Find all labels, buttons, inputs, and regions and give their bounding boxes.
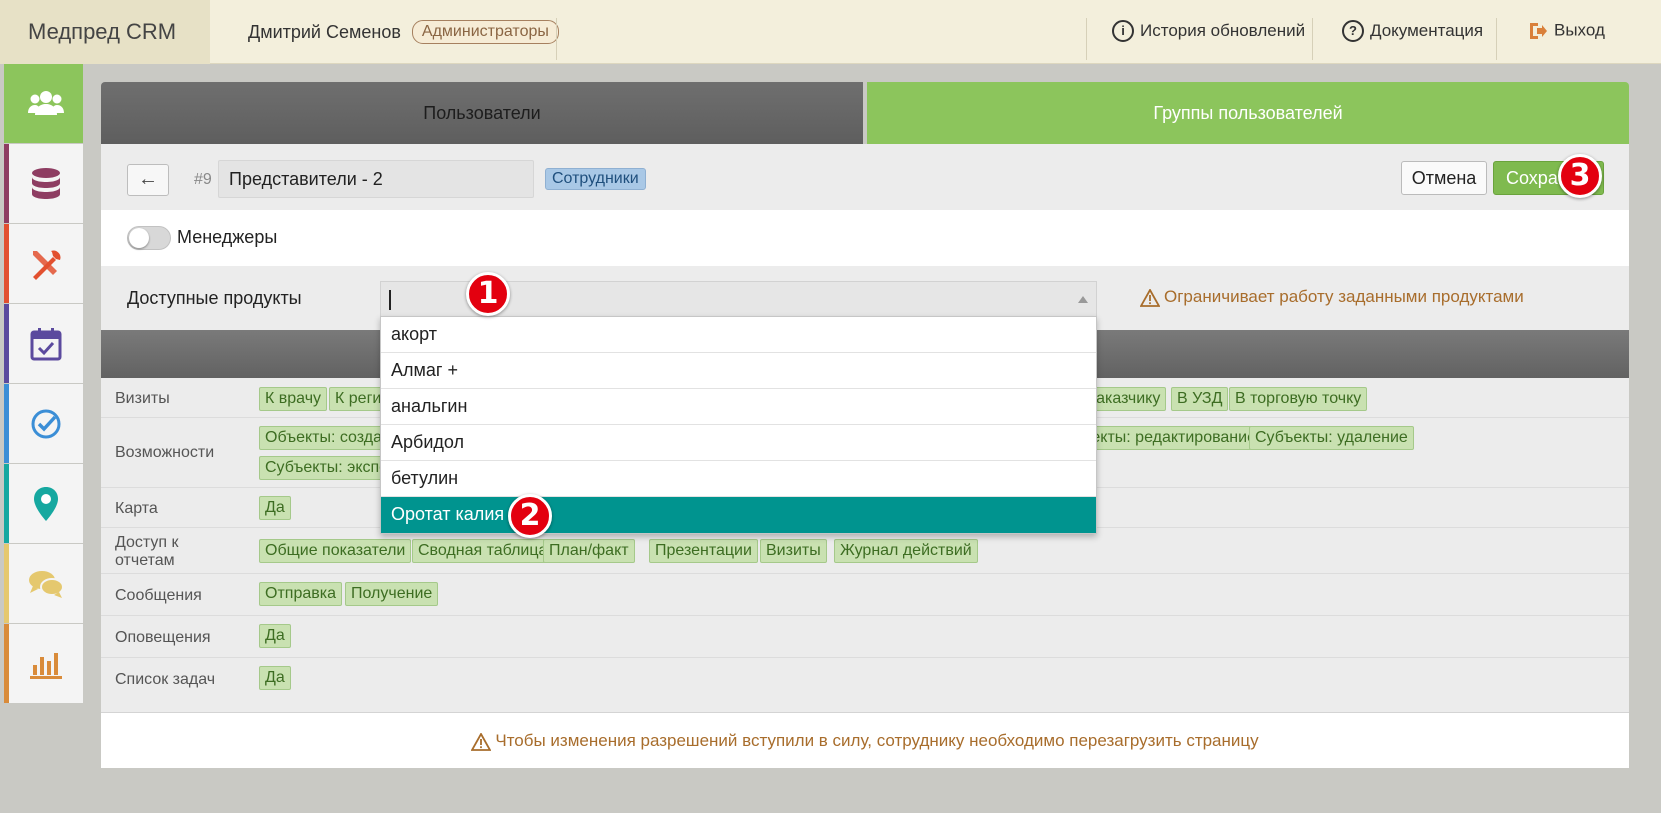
- tools-icon: [33, 250, 61, 280]
- permission-tag[interactable]: Журнал действий: [834, 539, 978, 563]
- permission-tag[interactable]: В УЗД: [1171, 387, 1229, 411]
- warning-icon: [471, 732, 492, 751]
- database-icon: [32, 167, 60, 199]
- group-id: #9: [194, 171, 212, 188]
- check-circle-icon: [31, 409, 61, 438]
- bar-chart-icon: [30, 652, 62, 679]
- current-user: Дмитрий Семенов Администраторы: [248, 20, 559, 44]
- permission-label: Сообщения: [115, 587, 202, 604]
- documentation-link[interactable]: ? Документация: [1342, 20, 1483, 42]
- tab-users[interactable]: Пользователи: [101, 82, 863, 144]
- dropdown-option[interactable]: Алмаг +: [381, 353, 1096, 389]
- toggle-knob: [129, 228, 149, 248]
- dropdown-option[interactable]: Арбидол: [381, 425, 1096, 461]
- sidebar: [4, 64, 83, 704]
- exit-link[interactable]: Выход: [1528, 20, 1605, 41]
- step-marker-2: 2: [508, 494, 552, 538]
- permission-row-reports: Доступ к отчетам Общие показатели Сводна…: [101, 528, 1629, 574]
- sidebar-item-users[interactable]: [4, 64, 83, 143]
- permission-tag[interactable]: К врачу: [259, 387, 328, 411]
- products-warning: Ограничивает работу заданными продуктами: [1140, 287, 1524, 307]
- dropdown-option[interactable]: акорт: [381, 317, 1096, 353]
- top-bar: Медпред CRM Дмитрий Семенов Администрато…: [0, 0, 1661, 64]
- group-type-badge[interactable]: Сотрудники: [545, 168, 646, 190]
- arrow-left-icon: ←: [138, 168, 158, 190]
- permission-row-tasks: Список задач Да: [101, 658, 1629, 700]
- dropdown-option-highlighted[interactable]: Оротат калия: [381, 497, 1096, 533]
- sidebar-item-messages[interactable]: [4, 544, 83, 623]
- calendar-icon: [30, 327, 62, 360]
- permission-row-notifications: Оповещения Да: [101, 616, 1629, 658]
- cancel-button[interactable]: Отмена: [1401, 161, 1487, 195]
- managers-toggle[interactable]: [127, 226, 171, 250]
- permission-tag[interactable]: Отправка: [259, 582, 342, 606]
- brand-arrow: [190, 0, 210, 64]
- help-icon: ?: [1342, 20, 1364, 42]
- back-button[interactable]: ←: [127, 164, 169, 196]
- dropdown-option[interactable]: бетулин: [381, 461, 1096, 497]
- history-link[interactable]: i История обновлений: [1112, 20, 1305, 42]
- permission-label: Визиты: [115, 390, 170, 407]
- sidebar-item-calendar[interactable]: [4, 304, 83, 383]
- sidebar-item-tasks[interactable]: [4, 384, 83, 463]
- permission-tag[interactable]: Субъекты: удаление: [1249, 426, 1414, 450]
- chevron-up-icon: [1078, 296, 1088, 303]
- step-marker-1: 1: [466, 272, 510, 316]
- permission-tag[interactable]: Да: [259, 666, 291, 690]
- warning-icon: [1140, 288, 1160, 307]
- managers-row: Менеджеры: [101, 210, 1629, 266]
- user-name: Дмитрий Семенов: [248, 21, 401, 42]
- permission-tag[interactable]: В торговую точку: [1229, 387, 1368, 411]
- map-marker-icon: [34, 486, 58, 521]
- exit-icon: [1528, 22, 1548, 40]
- permission-tag[interactable]: Презентации: [649, 539, 758, 563]
- permission-label: Возможности: [115, 444, 215, 461]
- products-dropdown: акорт Алмаг + анальгин Арбидол бетулин О…: [380, 316, 1097, 534]
- managers-label: Менеджеры: [177, 227, 278, 247]
- sidebar-item-map[interactable]: [4, 464, 83, 543]
- sidebar-item-settings[interactable]: [4, 224, 83, 303]
- permission-label: Оповещения: [115, 629, 211, 646]
- text-caret: [389, 290, 391, 310]
- user-role-badge: Администраторы: [411, 20, 559, 44]
- group-name-input[interactable]: Представители - 2: [218, 160, 534, 198]
- permission-label: Доступ к отчетам: [115, 534, 179, 569]
- permission-label: Список задач: [115, 671, 216, 688]
- permission-tag[interactable]: К реги: [329, 387, 388, 411]
- permission-tag[interactable]: Общие показатели: [259, 539, 412, 563]
- app-title[interactable]: Медпред CRM: [0, 0, 210, 64]
- products-label: Доступные продукты: [127, 288, 302, 308]
- group-toolbar: ← #9 Представители - 2 Сотрудники Отмена…: [101, 144, 1629, 210]
- reload-warning: Чтобы изменения разрешений вступили в си…: [101, 712, 1629, 768]
- permission-tag[interactable]: Да: [259, 496, 291, 520]
- permission-tag[interactable]: Получение: [345, 582, 439, 606]
- chat-icon: [29, 570, 64, 598]
- step-marker-3: 3: [1558, 154, 1602, 198]
- dropdown-option[interactable]: анальгин: [381, 389, 1096, 425]
- permission-tag[interactable]: План/факт: [543, 539, 635, 563]
- permission-tag[interactable]: Сводная таблица: [412, 539, 554, 563]
- divider: [1312, 18, 1313, 60]
- divider: [1496, 18, 1497, 60]
- sidebar-item-database[interactable]: [4, 144, 83, 223]
- permission-row-messages: Сообщения Отправка Получение: [101, 574, 1629, 616]
- info-icon: i: [1112, 20, 1134, 42]
- permission-tag[interactable]: Визиты: [760, 539, 827, 563]
- permission-label: Карта: [115, 500, 158, 517]
- sidebar-item-reports[interactable]: [4, 624, 83, 703]
- tab-bar: Пользователи Группы пользователей: [101, 82, 1629, 144]
- permission-tag[interactable]: Да: [259, 624, 291, 648]
- tab-user-groups[interactable]: Группы пользователей: [867, 82, 1629, 144]
- users-icon: [28, 90, 64, 115]
- divider: [1086, 18, 1087, 60]
- divider: [556, 18, 557, 60]
- permission-tag[interactable]: Объекты: созда: [259, 426, 388, 450]
- permission-tag[interactable]: Субъекты: экспо: [259, 456, 395, 480]
